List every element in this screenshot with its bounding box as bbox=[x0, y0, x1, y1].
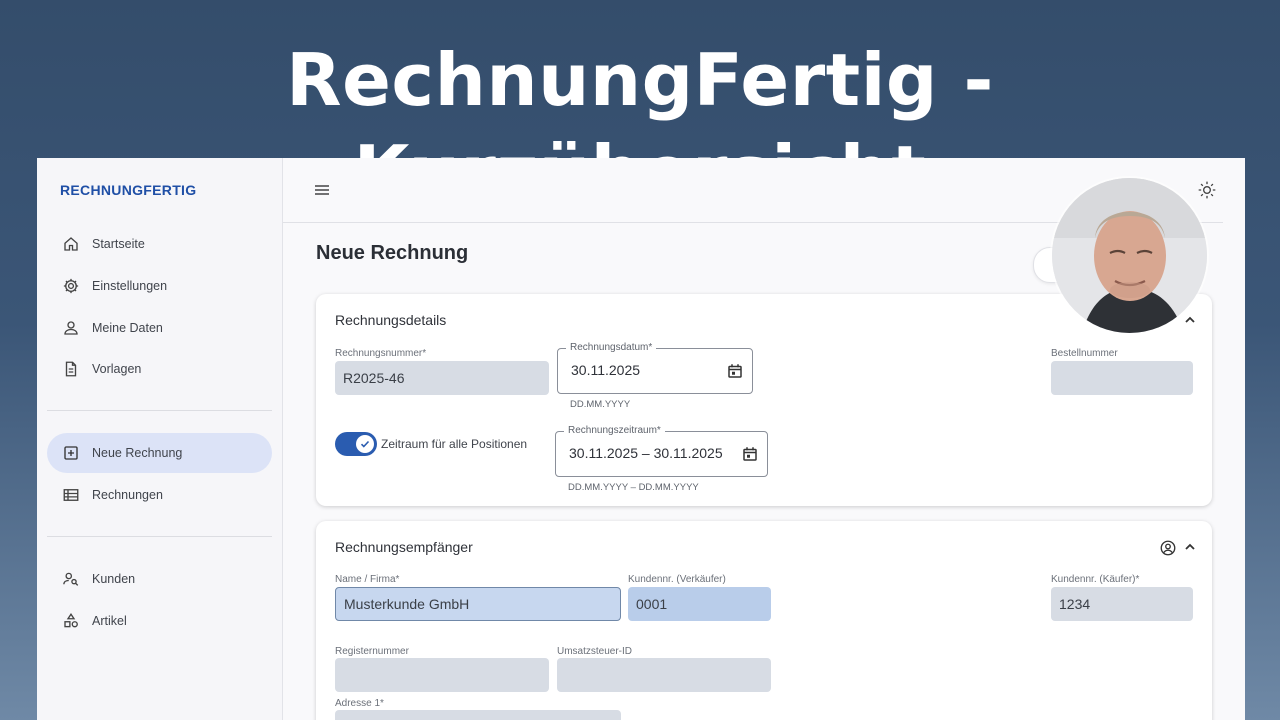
sidebar-item-label: Meine Daten bbox=[92, 321, 163, 335]
chevron-up-icon[interactable] bbox=[1183, 313, 1197, 327]
buyer-customer-number-field[interactable]: 1234 bbox=[1051, 587, 1193, 621]
address-1-field[interactable] bbox=[335, 710, 621, 720]
field-label: Rechnungsdatum* bbox=[566, 342, 657, 353]
table-icon bbox=[62, 486, 80, 504]
calendar-icon[interactable] bbox=[741, 445, 759, 463]
card-title: Rechnungsempfänger bbox=[335, 539, 473, 555]
field-label: Umsatzsteuer-ID bbox=[557, 646, 633, 657]
invoice-period-value: 30.11.2025 – 30.11.2025 bbox=[569, 445, 723, 461]
date-format-hint: DD.MM.YYYY bbox=[570, 399, 631, 410]
person-search-icon bbox=[62, 570, 80, 588]
sidebar-item-label: Startseite bbox=[92, 237, 145, 251]
sidebar-item-label: Rechnungen bbox=[92, 488, 163, 502]
field-label: Name / Firma* bbox=[335, 574, 400, 585]
sidebar-item-einstellungen[interactable]: Einstellungen bbox=[47, 266, 272, 306]
card-title: Rechnungsdetails bbox=[335, 312, 447, 328]
sidebar-item-rechnungen[interactable]: Rechnungen bbox=[47, 475, 272, 515]
sidebar-item-label: Kunden bbox=[92, 572, 136, 586]
presenter-webcam bbox=[1052, 178, 1207, 333]
chevron-up-icon[interactable] bbox=[1183, 540, 1197, 554]
page-title: Neue Rechnung bbox=[316, 242, 469, 264]
sidebar-item-label: Neue Rechnung bbox=[92, 446, 183, 460]
gear-icon bbox=[62, 277, 80, 295]
sidebar-item-vorlagen[interactable]: Vorlagen bbox=[47, 349, 272, 389]
sidebar-item-meine-daten[interactable]: Meine Daten bbox=[47, 308, 272, 348]
field-label: Bestellnummer bbox=[1051, 348, 1118, 359]
invoice-recipient-card: Rechnungsempfänger Name / Firma* Musterk… bbox=[316, 521, 1212, 720]
invoice-period-field[interactable]: Rechnungszeitraum* 30.11.2025 – 30.11.20… bbox=[555, 425, 768, 477]
sidebar-divider bbox=[47, 536, 272, 537]
check-icon bbox=[356, 435, 374, 453]
document-icon bbox=[62, 360, 80, 378]
sidebar-divider bbox=[47, 410, 272, 411]
order-number-field[interactable] bbox=[1051, 361, 1193, 395]
invoice-number-field[interactable]: R2025-46 bbox=[335, 361, 549, 395]
category-icon bbox=[62, 612, 80, 630]
sun-icon[interactable] bbox=[1197, 180, 1217, 200]
field-label: Rechnungsnummer* bbox=[335, 348, 427, 359]
sidebar-item-label: Einstellungen bbox=[92, 279, 168, 293]
sidebar-item-neue-rechnung[interactable]: Neue Rechnung bbox=[47, 433, 272, 473]
seller-customer-number-field[interactable]: 0001 bbox=[628, 587, 771, 621]
home-icon bbox=[62, 235, 80, 253]
sidebar-item-startseite[interactable]: Startseite bbox=[47, 224, 272, 264]
invoice-date-value: 30.11.2025 bbox=[571, 362, 641, 378]
field-label: Rechnungszeitraum* bbox=[564, 425, 665, 436]
period-toggle[interactable] bbox=[335, 432, 377, 456]
sidebar-item-artikel[interactable]: Artikel bbox=[47, 601, 272, 641]
field-label: Registernummer bbox=[335, 646, 409, 657]
invoice-details-card: Rechnungsdetails Rechnungsnummer* R2025-… bbox=[316, 294, 1212, 506]
add-box-icon bbox=[62, 444, 80, 462]
brand-logo[interactable]: RECHNUNGFERTIG bbox=[60, 182, 196, 198]
period-format-hint: DD.MM.YYYY – DD.MM.YYYY bbox=[568, 482, 699, 493]
register-number-field[interactable] bbox=[335, 658, 549, 692]
sidebar-item-label: Artikel bbox=[92, 614, 127, 628]
calendar-icon[interactable] bbox=[726, 362, 744, 380]
vat-id-field[interactable] bbox=[557, 658, 771, 692]
invoice-date-field[interactable]: Rechnungsdatum* 30.11.2025 bbox=[557, 342, 753, 394]
sidebar-item-label: Vorlagen bbox=[92, 362, 142, 376]
sidebar-item-kunden[interactable]: Kunden bbox=[47, 559, 272, 599]
sidebar: RECHNUNGFERTIG Startseite Einstellungen … bbox=[37, 158, 283, 720]
field-label: Adresse 1* bbox=[335, 698, 384, 709]
account-circle-icon[interactable] bbox=[1159, 539, 1177, 557]
menu-icon[interactable] bbox=[313, 182, 331, 198]
presenter-portrait bbox=[1052, 178, 1207, 333]
person-icon bbox=[62, 319, 80, 337]
name-firm-field[interactable]: Musterkunde GmbH bbox=[335, 587, 621, 621]
field-label: Kundennr. (Verkäufer) bbox=[628, 574, 726, 585]
period-toggle-label: Zeitraum für alle Positionen bbox=[381, 437, 528, 451]
field-label: Kundennr. (Käufer)* bbox=[1051, 574, 1140, 585]
